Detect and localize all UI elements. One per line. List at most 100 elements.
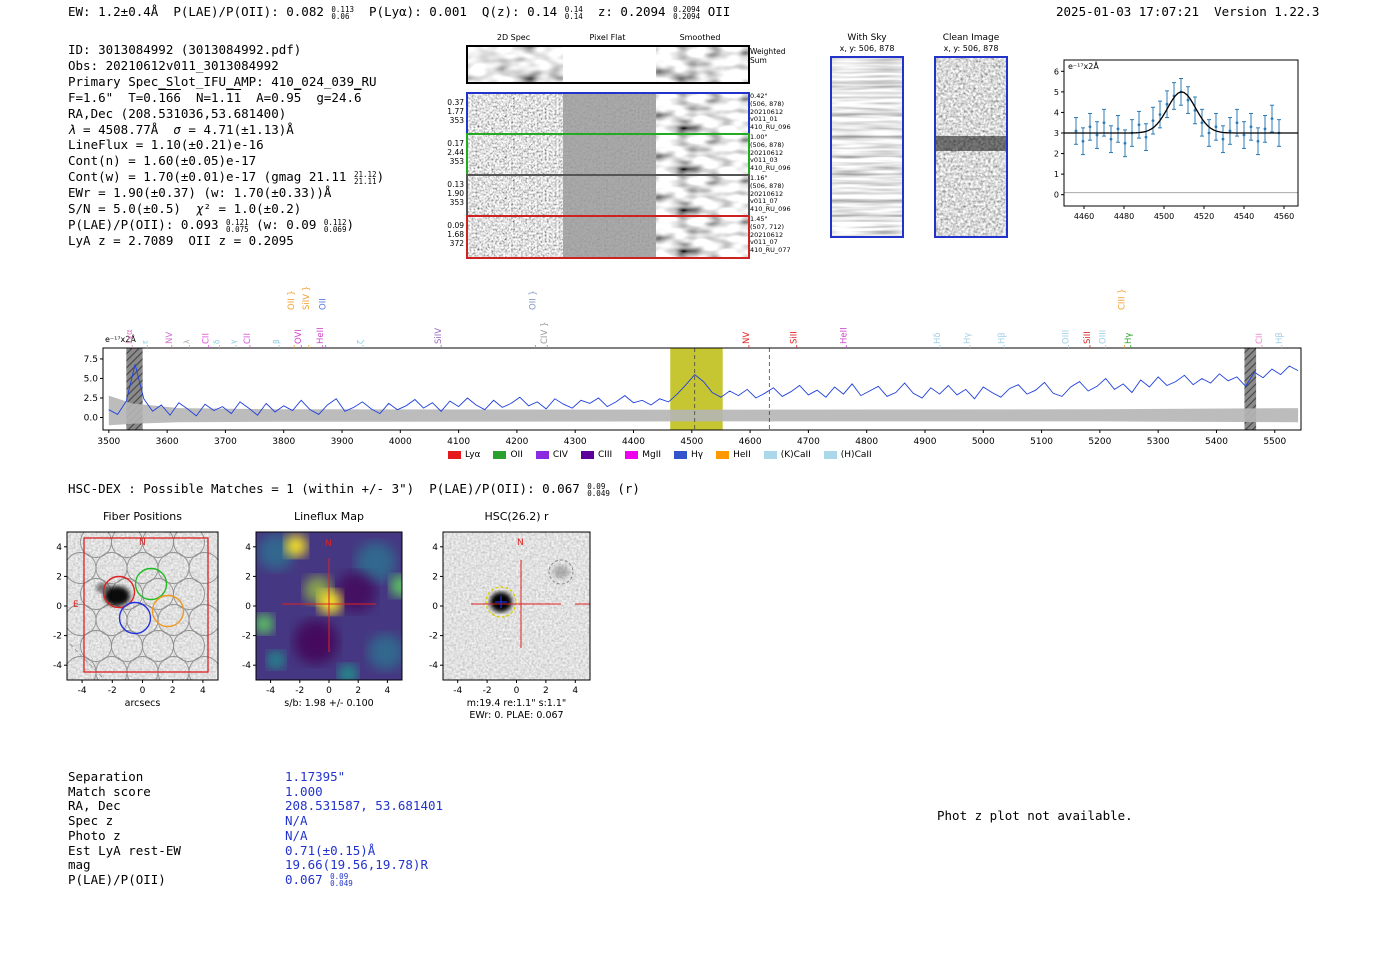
stacked-uncertainty: 0.1120.069 xyxy=(324,218,347,233)
tick-label: 3800 xyxy=(272,437,295,447)
tick-label: 4000 xyxy=(389,437,412,447)
x-axis-label: s/b: 1.98 +/- 0.100 xyxy=(284,698,373,709)
spec2d-header-2dspec: 2D Spec xyxy=(466,33,561,42)
clean-title: Clean Image xyxy=(934,33,1008,43)
tick-label: 4 xyxy=(1054,108,1059,117)
tick-label: 2.5 xyxy=(84,394,98,404)
tick-label: 5.0 xyxy=(84,374,99,384)
emission-line-label: OII } xyxy=(529,290,539,310)
info-line: λ = 4508.77Å σ = 4.71(±1.13)Å xyxy=(68,122,384,138)
emission-line-label: OIII xyxy=(1061,330,1071,344)
match-row-label: Match score xyxy=(68,785,285,800)
legend-label: OII xyxy=(510,450,522,460)
info-line: ID: 3013084992 (3013084992.pdf) xyxy=(68,42,384,58)
tick-label: 0 xyxy=(245,602,251,612)
tick-label: 4560 xyxy=(1274,212,1294,221)
legend-item: Hγ xyxy=(674,450,703,460)
legend-swatch xyxy=(674,451,687,459)
match-row-value: N/A xyxy=(285,828,308,843)
row-strip-image xyxy=(468,135,748,175)
tick-label: 2 xyxy=(245,572,251,582)
spec2d-row: 0.09 1.68 372 1.45" (507, 712) 20210612 … xyxy=(445,215,790,255)
tick-label: 3900 xyxy=(331,437,354,447)
emission-line-label: SiIV xyxy=(434,328,444,344)
clean-subtitle: x, y: 506, 878 xyxy=(934,44,1008,53)
legend-swatch xyxy=(493,451,506,459)
match-table: Separation1.17395"Match score1.000RA, De… xyxy=(68,770,443,888)
stacked-uncertainty: 0.090.049 xyxy=(587,482,610,497)
emission-line-label: β xyxy=(272,339,281,344)
tick-label: 1 xyxy=(1054,170,1059,179)
spec2d-row-strip xyxy=(466,174,750,218)
tick-label: 4500 xyxy=(1154,212,1174,221)
withsky-title: With Sky xyxy=(830,33,904,43)
spec2d-panel: 2D Spec Pixel Flat Smoothed Weighted Sum… xyxy=(445,30,790,265)
tick-label: 0 xyxy=(1054,191,1059,200)
timestamp-version: 2025-01-03 17:07:21 Version 1.22.3 xyxy=(1056,4,1319,20)
map-blob xyxy=(338,664,358,684)
legend-label: MgII xyxy=(642,450,661,460)
info-line: P(LAE)/P(OII): 0.093 0.1210.075 (w: 0.09… xyxy=(68,217,384,233)
legend-label: HeII xyxy=(733,450,751,460)
map-blob xyxy=(336,572,376,612)
tick-label: 0.0 xyxy=(84,414,99,424)
tick-label: 2 xyxy=(355,686,361,696)
info-line: EWr = 1.90(±0.37) (w: 1.70(±0.33))Å xyxy=(68,185,384,201)
tick-label: 0 xyxy=(56,602,62,612)
emission-line-label: γ xyxy=(229,339,238,344)
fiber-title: Fiber Positions xyxy=(67,510,218,523)
hsc-title: HSC(26.2) r xyxy=(443,510,590,523)
tick-label: 7.5 xyxy=(84,355,98,365)
info-line: LyA z = 2.7089 OII z = 0.2095 xyxy=(68,233,384,249)
tick-label: 2 xyxy=(1054,150,1059,159)
lineflux-content: N xyxy=(254,532,412,684)
tick-label: 4480 xyxy=(1114,212,1134,221)
spectrum-legend: LyαOIICIVCIIIMgIIHγHeII(K)CaII(H)CaII xyxy=(448,444,885,463)
map-blob xyxy=(368,634,404,670)
legend-swatch xyxy=(625,451,638,459)
emission-line-label: HeII xyxy=(316,327,326,344)
emission-line-label: Lyα xyxy=(125,329,135,344)
legend-item: (K)CaII xyxy=(764,450,811,460)
info-line: Cont(w) = 1.70(±0.01)e-17 (gmag 21.11 21… xyxy=(68,169,384,185)
match-row: RA, Dec208.531587, 53.681401 xyxy=(68,799,443,814)
x-axis-label-2: EWr: 0. PLAE: 0.067 xyxy=(469,710,563,721)
clean-image xyxy=(934,56,1008,238)
lineflux-plot: N -4-2024-4-2024s/b: 1.98 +/- 0.100 xyxy=(226,526,421,726)
spec2d-row: 0.37 1.77 353 0.42" (506, 878) 20210612 … xyxy=(445,92,790,132)
emission-line-label: OIII xyxy=(1099,330,1109,344)
tick-label: -2 xyxy=(108,686,117,696)
tick-label: 5500 xyxy=(1263,437,1286,447)
info-line: Primary Spec_Slot_IFU_AMP: 410_024_039_R… xyxy=(68,74,384,90)
tick-label: 4 xyxy=(56,543,62,553)
emission-line-label: SiII xyxy=(1083,331,1093,344)
tick-label: -4 xyxy=(53,661,62,671)
legend-label: (K)CaII xyxy=(781,450,811,460)
spec2d-row-strip xyxy=(466,215,750,259)
tick-label: 3600 xyxy=(156,437,179,447)
info-line: RA,Dec (208.531036,53.681400) xyxy=(68,106,384,122)
tick-label: 5 xyxy=(1054,88,1059,97)
map-blob-bright xyxy=(318,590,342,614)
legend-swatch xyxy=(581,451,594,459)
legend-item: CIII xyxy=(581,450,612,460)
spec2d-header-smoothed: Smoothed xyxy=(654,33,746,42)
legend-label: Lyα xyxy=(465,450,480,460)
tick-label: 2 xyxy=(56,572,62,582)
spec2d-row: 0.13 1.90 353 1.16" (506, 878) 20210612 … xyxy=(445,174,790,214)
tick-label: -2 xyxy=(53,632,62,642)
match-row: Spec zN/A xyxy=(68,814,443,829)
legend-swatch xyxy=(716,451,729,459)
fiber-content: N E xyxy=(65,527,220,688)
emission-line-label: δ xyxy=(213,339,222,344)
tick-label: 0 xyxy=(140,686,146,696)
timestamp: 2025-01-03 17:07:21 xyxy=(1056,4,1199,19)
tick-label: 5000 xyxy=(972,437,995,447)
tick-label: 2 xyxy=(543,686,549,696)
stacked-uncertainty: 0.1210.075 xyxy=(226,218,249,233)
emission-line-label: Hγ xyxy=(963,333,973,344)
hsc-content: N xyxy=(443,532,590,680)
row-strip-image xyxy=(468,217,748,257)
stacked-uncertainty: 0.090.049 xyxy=(330,873,353,888)
emission-line-label: HeII xyxy=(839,327,849,344)
